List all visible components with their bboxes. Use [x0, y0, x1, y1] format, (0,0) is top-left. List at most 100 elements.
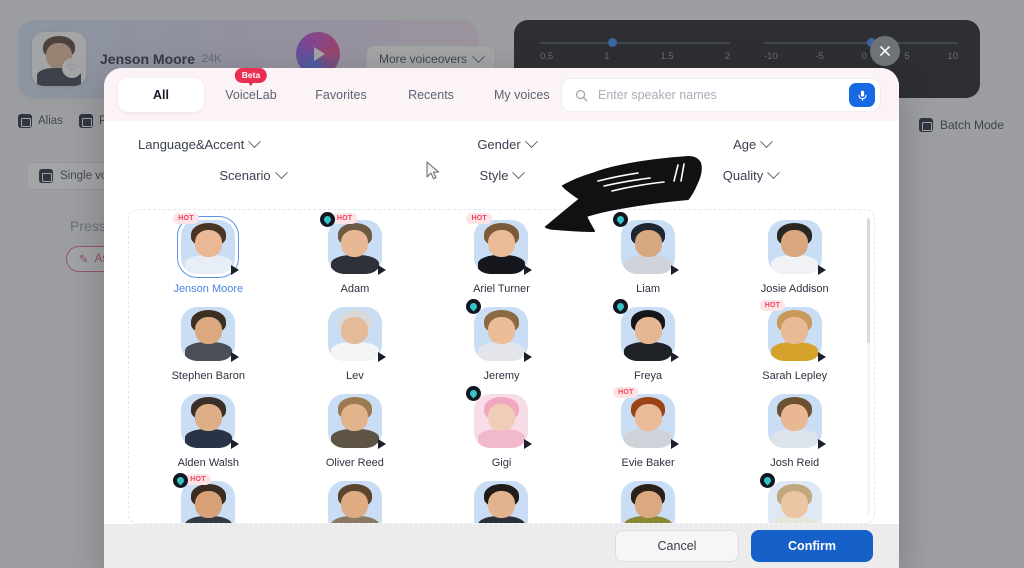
chevron-down-icon	[248, 135, 262, 149]
filter-style-label: Style	[479, 168, 509, 183]
cloned-voice-icon	[759, 473, 775, 488]
play-icon[interactable]	[817, 439, 826, 449]
voice-avatar-wrap	[613, 212, 680, 275]
filter-language-accent[interactable]: Language&Accent	[128, 135, 384, 152]
cancel-button[interactable]: Cancel	[615, 530, 739, 562]
hot-badge: HOT	[759, 300, 786, 311]
hot-badge: HOT	[466, 213, 492, 224]
play-icon[interactable]	[524, 265, 533, 275]
voice-card[interactable]	[575, 481, 722, 523]
voice-avatar	[621, 394, 676, 448]
voice-avatar	[474, 220, 529, 274]
tab-favorites[interactable]: Favorites	[298, 78, 384, 112]
play-icon[interactable]	[817, 265, 826, 275]
voice-name: Oliver Reed	[325, 457, 384, 469]
voice-card[interactable]: Josie Addison	[721, 220, 868, 295]
search-bar[interactable]	[561, 78, 881, 112]
voice-grid-container[interactable]: HOT Jenson Moore HOT Adam HOT Ariel Turner Lia…	[128, 209, 875, 524]
voice-card[interactable]	[721, 473, 868, 523]
filter-scenario-label: Scenario	[219, 168, 271, 183]
voice-card[interactable]: Stephen Baron	[135, 307, 282, 382]
scrollbar[interactable]	[867, 218, 870, 515]
hot-badge: HOT	[173, 213, 199, 224]
voice-avatar-wrap	[181, 394, 240, 449]
play-icon[interactable]	[671, 265, 680, 275]
cloned-voice-icon	[613, 299, 629, 314]
hot-badge: HOT	[613, 387, 639, 398]
voice-avatar	[181, 307, 236, 361]
play-icon[interactable]	[524, 439, 533, 449]
voice-card[interactable]: HOT	[135, 473, 282, 523]
filter-section: Language&Accent Gender Age Scenario Styl…	[104, 121, 899, 209]
voice-avatar-wrap	[621, 481, 676, 523]
play-icon[interactable]	[377, 265, 386, 275]
voice-card[interactable]: HOT Evie Baker	[575, 387, 722, 469]
filter-quality[interactable]: Quality	[626, 166, 875, 183]
play-icon[interactable]	[524, 352, 533, 362]
tab-all-label: All	[153, 87, 169, 102]
voice-name: Jeremy	[483, 370, 520, 382]
voice-avatar-wrap	[759, 473, 822, 523]
voice-avatar-wrap: HOT	[319, 212, 386, 275]
voice-avatar	[474, 481, 529, 523]
tab-voicelab[interactable]: Beta VoiceLab	[208, 68, 294, 112]
voice-card[interactable]: HOT Adam	[282, 212, 429, 295]
voice-name: Freya	[634, 370, 663, 382]
voice-card[interactable]	[428, 481, 575, 523]
voice-card[interactable]: Jeremy	[428, 299, 575, 382]
play-icon[interactable]	[231, 439, 240, 449]
voice-avatar-wrap	[767, 220, 826, 275]
search-input[interactable]	[589, 88, 849, 102]
play-icon[interactable]	[231, 265, 240, 275]
voice-card[interactable]: HOT Jenson Moore	[135, 213, 282, 295]
voice-name: Evie Baker	[621, 457, 675, 469]
close-icon[interactable]	[870, 36, 900, 66]
voice-avatar-wrap	[181, 307, 240, 362]
voice-card[interactable]: HOT Ariel Turner	[428, 213, 575, 295]
tab-my-voices[interactable]: My voices	[478, 78, 566, 112]
microphone-icon[interactable]	[849, 83, 875, 107]
voice-card[interactable]: Oliver Reed	[282, 394, 429, 469]
play-icon[interactable]	[671, 352, 680, 362]
voice-card[interactable]: Lev	[282, 307, 429, 382]
filter-age[interactable]: Age	[629, 135, 875, 152]
voice-avatar	[327, 394, 382, 448]
voice-avatar	[181, 394, 236, 448]
tab-favorites-label: Favorites	[315, 87, 367, 102]
play-icon[interactable]	[671, 439, 680, 449]
chevron-down-icon	[274, 166, 288, 180]
voice-avatar-wrap	[474, 481, 529, 523]
voice-avatar	[474, 394, 529, 448]
voice-avatar	[327, 307, 382, 361]
cloned-voice-icon	[613, 212, 629, 227]
play-icon[interactable]	[377, 352, 386, 362]
voice-avatar-wrap: HOT	[466, 213, 533, 275]
play-icon[interactable]	[231, 352, 240, 362]
voice-avatar	[767, 394, 822, 448]
voice-card[interactable]: Freya	[575, 299, 722, 382]
voice-avatar	[621, 307, 676, 361]
play-icon[interactable]	[817, 352, 826, 362]
voice-card[interactable]: Josh Reid	[721, 394, 868, 469]
scrollbar-thumb[interactable]	[867, 218, 870, 343]
voice-card[interactable]	[282, 481, 429, 523]
voice-avatar	[767, 481, 822, 523]
voice-name: Josie Addison	[760, 283, 829, 295]
filter-style[interactable]: Style	[377, 166, 626, 183]
voice-name: Josh Reid	[770, 457, 820, 469]
filter-gender[interactable]: Gender	[384, 135, 630, 152]
voice-avatar	[474, 307, 529, 361]
tab-all[interactable]: All	[118, 77, 204, 112]
voice-card[interactable]: Liam	[575, 212, 722, 295]
play-icon[interactable]	[377, 439, 386, 449]
selected-ring	[177, 216, 240, 278]
voice-avatar	[767, 307, 822, 361]
voice-card[interactable]: Alden Walsh	[135, 394, 282, 469]
voice-card[interactable]: HOT Sarah Lepley	[721, 300, 868, 382]
voice-avatar	[327, 220, 382, 274]
tab-recents[interactable]: Recents	[388, 78, 474, 112]
voice-card[interactable]: Gigi	[428, 386, 575, 469]
confirm-button[interactable]: Confirm	[751, 530, 873, 562]
voice-avatar-wrap: HOT	[173, 473, 236, 523]
filter-scenario[interactable]: Scenario	[128, 166, 377, 183]
